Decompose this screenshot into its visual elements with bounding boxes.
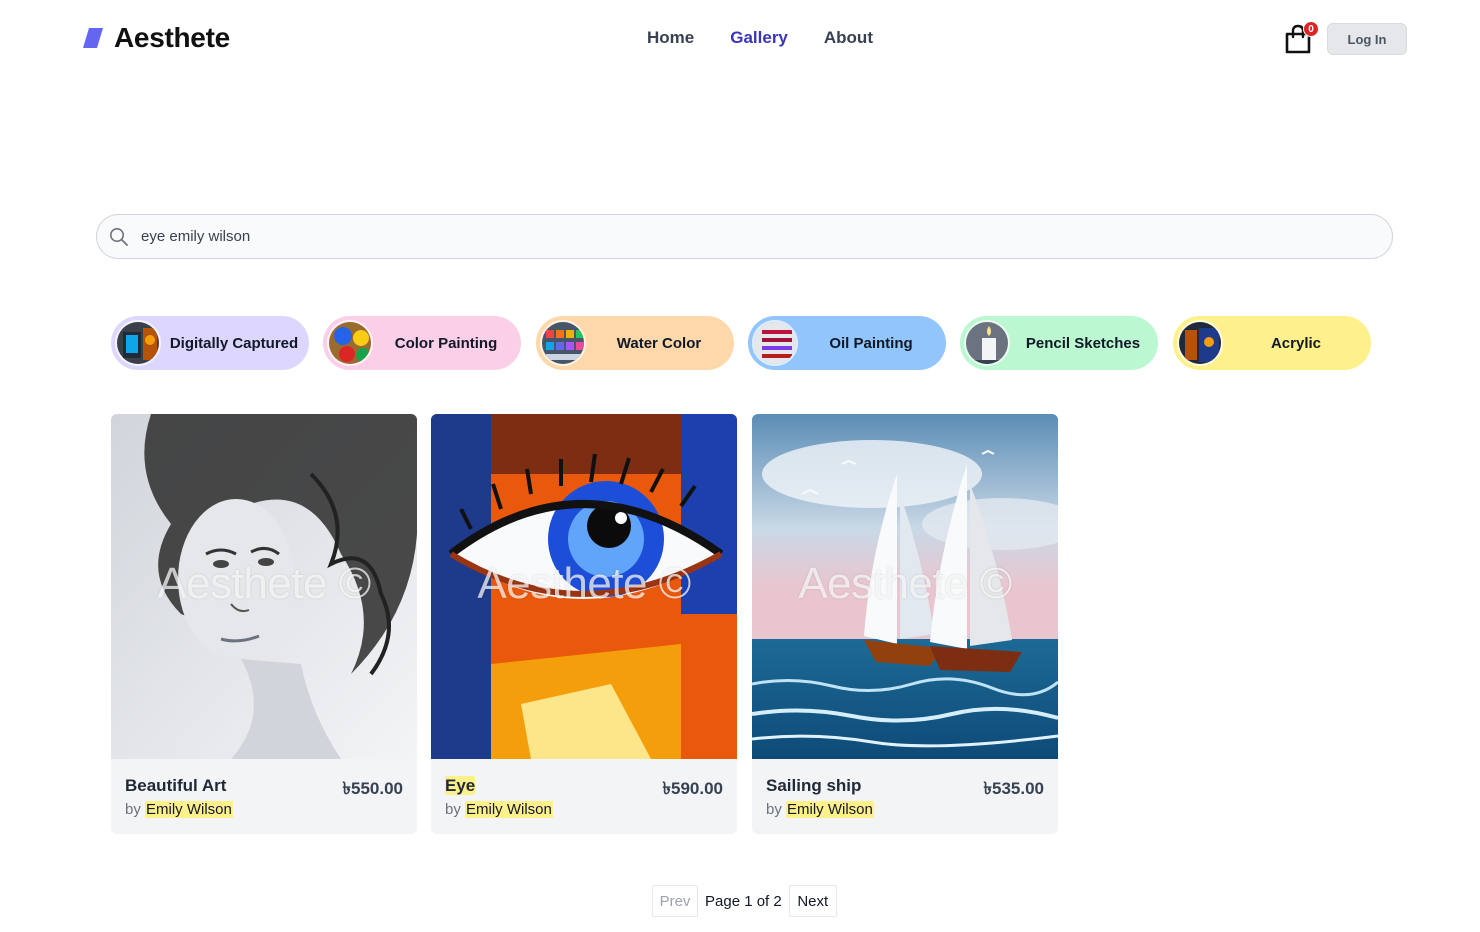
- search-icon: [110, 228, 128, 246]
- artwork-price: ৳550.00: [342, 779, 403, 798]
- category-digitally-captured[interactable]: Digitally Captured: [111, 316, 309, 370]
- next-page-button[interactable]: Next: [788, 885, 837, 917]
- category-oil-painting[interactable]: Oil Painting: [748, 316, 946, 370]
- category-label: Digitally Captured: [169, 334, 299, 352]
- byline-prefix: by: [766, 801, 782, 818]
- brand-logo[interactable]: Aesthete: [82, 22, 230, 54]
- artwork-byline: by Emily Wilson: [445, 801, 553, 818]
- cart-count-badge: 0: [1303, 21, 1319, 37]
- category-thumbnail: [115, 320, 161, 366]
- nav-home[interactable]: Home: [647, 28, 694, 48]
- byline-prefix: by: [125, 801, 141, 818]
- artist-name[interactable]: Emily Wilson: [145, 801, 233, 818]
- logo-icon: [83, 28, 103, 48]
- nav-gallery[interactable]: Gallery: [730, 28, 788, 48]
- artwork-price: ৳590.00: [662, 779, 723, 798]
- category-label: Color Painting: [394, 334, 498, 352]
- category-color-painting[interactable]: Color Painting: [323, 316, 521, 370]
- prev-page-button[interactable]: Prev: [652, 885, 698, 917]
- search-input[interactable]: [141, 215, 1371, 258]
- artist-name[interactable]: Emily Wilson: [786, 801, 874, 818]
- brand-name: Aesthete: [114, 22, 230, 53]
- artwork-card[interactable]: Aesthete © Beautiful Art ৳550.00 by Emil…: [111, 414, 417, 834]
- page-indicator: Page 1 of 2: [705, 892, 782, 910]
- artwork-image[interactable]: Aesthete ©: [752, 414, 1058, 759]
- artwork-title: Beautiful Art: [125, 776, 227, 795]
- category-label: Water Color: [616, 334, 702, 352]
- artwork-card[interactable]: Aesthete © Eye ৳590.00 by Emily Wilson: [431, 414, 737, 834]
- artwork-card[interactable]: Aesthete © Sailing ship ৳535.00 by Emily…: [752, 414, 1058, 834]
- category-pencil-sketches[interactable]: Pencil Sketches: [960, 316, 1158, 370]
- artwork-image[interactable]: Aesthete ©: [431, 414, 737, 759]
- artwork-image[interactable]: Aesthete ©: [111, 414, 417, 759]
- category-label: Oil Painting: [829, 334, 913, 352]
- artwork-title: Eye: [445, 776, 476, 796]
- search-bar[interactable]: [96, 214, 1393, 259]
- category-label: Pencil Sketches: [1025, 334, 1141, 352]
- artwork-byline: by Emily Wilson: [766, 801, 874, 818]
- top-navbar: Aesthete Home Gallery About 0 Log In: [0, 0, 1480, 78]
- login-button[interactable]: Log In: [1327, 23, 1407, 55]
- category-thumbnail: [752, 320, 798, 366]
- artwork-title-text: Eye: [445, 776, 476, 795]
- byline-prefix: by: [445, 801, 461, 818]
- category-thumbnail: [327, 320, 373, 366]
- artwork-title: Sailing ship: [766, 776, 862, 795]
- category-thumbnail: [1177, 320, 1223, 366]
- category-thumbnail: [540, 320, 586, 366]
- category-water-color[interactable]: Water Color: [536, 316, 734, 370]
- category-thumbnail: [964, 320, 1010, 366]
- category-acrylic[interactable]: Acrylic: [1173, 316, 1371, 370]
- artwork-byline: by Emily Wilson: [125, 801, 233, 818]
- artist-name[interactable]: Emily Wilson: [465, 801, 553, 818]
- nav-about[interactable]: About: [824, 28, 873, 48]
- main-nav: Home Gallery About: [647, 28, 873, 48]
- category-label: Acrylic: [1270, 334, 1322, 352]
- pagination: Prev Page 1 of 2 Next: [652, 885, 837, 917]
- artwork-price: ৳535.00: [983, 779, 1044, 798]
